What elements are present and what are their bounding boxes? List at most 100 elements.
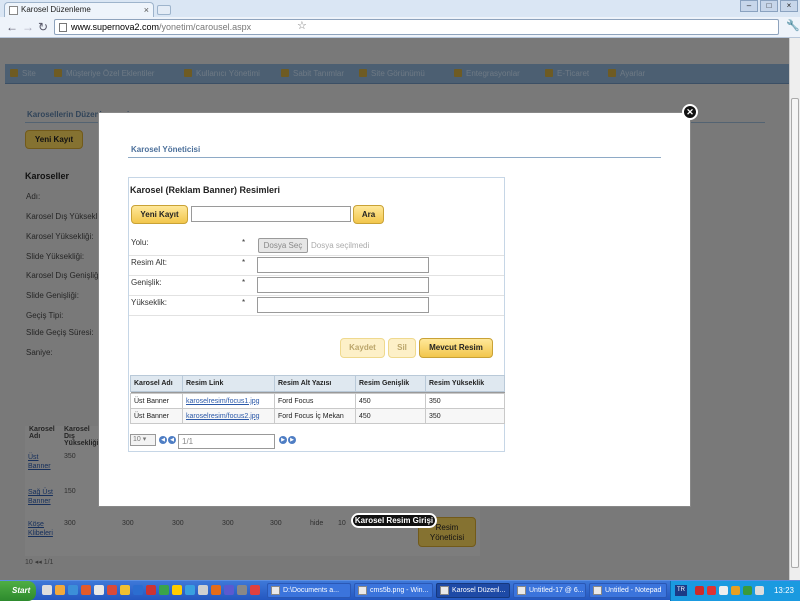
- table-cell: 350: [425, 408, 505, 424]
- taskbar-item[interactable]: Untitled - Notepad: [589, 583, 667, 598]
- width-input[interactable]: [257, 277, 429, 293]
- close-icon[interactable]: ✕: [682, 104, 698, 120]
- fireworks-icon: [517, 586, 526, 595]
- required-mark: *: [242, 298, 246, 307]
- page-size-select[interactable]: 10 ▾: [130, 434, 156, 446]
- taskbar-item[interactable]: cms5b.png - Win...: [354, 583, 433, 598]
- row-divider: [129, 275, 504, 276]
- save-button[interactable]: Kaydet: [340, 338, 385, 358]
- column-header[interactable]: Resim Alt Yazısı: [274, 375, 356, 392]
- volume-icon[interactable]: [755, 586, 764, 595]
- tray-icon[interactable]: [695, 586, 704, 595]
- column-header[interactable]: Resim Link: [182, 375, 275, 392]
- quicklaunch-icon[interactable]: [159, 585, 169, 595]
- search-input[interactable]: [191, 206, 351, 222]
- quicklaunch-icon[interactable]: [133, 585, 143, 595]
- quicklaunch-icon[interactable]: [55, 585, 65, 595]
- table-cell: Ford Focus İç Mekan: [274, 408, 356, 424]
- quicklaunch-icon[interactable]: [198, 585, 208, 595]
- table-cell: 450: [355, 408, 426, 424]
- quicklaunch-icon[interactable]: [94, 585, 104, 595]
- quicklaunch-icon[interactable]: [224, 585, 234, 595]
- path-label: Yolu:: [131, 238, 149, 247]
- prev-page-icon[interactable]: ◀: [168, 436, 176, 444]
- quicklaunch-icon[interactable]: [250, 585, 260, 595]
- tray-icon[interactable]: [719, 586, 728, 595]
- quicklaunch-icon[interactable]: [107, 585, 117, 595]
- taskbar-item[interactable]: D:\Documents a...: [267, 583, 351, 598]
- height-input[interactable]: [257, 297, 429, 313]
- reload-icon[interactable]: ↻: [38, 20, 48, 34]
- window-controls: – □ ×: [740, 0, 798, 12]
- quicklaunch-icon[interactable]: [172, 585, 182, 595]
- quicklaunch-icon[interactable]: [120, 585, 130, 595]
- taskbar-item[interactable]: Untitled-17 @ 6...: [513, 583, 586, 598]
- maximize-button[interactable]: □: [760, 0, 778, 12]
- chrome-icon: [440, 586, 449, 595]
- quicklaunch-icon[interactable]: [146, 585, 156, 595]
- image-link[interactable]: karoselresim/focus1.jpg: [186, 398, 260, 405]
- tab-close-icon[interactable]: ×: [144, 3, 149, 17]
- table-cell: Üst Banner: [130, 408, 183, 424]
- column-header[interactable]: Resim Yükseklik: [425, 375, 505, 392]
- start-button[interactable]: Start: [0, 581, 36, 601]
- last-page-icon[interactable]: ▶: [288, 436, 296, 444]
- table-cell: karoselresim/focus1.jpg: [182, 393, 275, 409]
- table-cell: 350: [425, 393, 505, 409]
- delete-button[interactable]: Sil: [388, 338, 416, 358]
- windows-taskbar: Start D:\Documents a... cms5b.png - Win.…: [0, 580, 800, 601]
- minimize-button[interactable]: –: [740, 0, 758, 12]
- modal-title-divider: [128, 157, 661, 158]
- address-bar[interactable]: www.supernova2.com/yonetim/carousel.aspx…: [54, 19, 779, 35]
- new-record-button[interactable]: Yeni Kayıt: [131, 205, 188, 224]
- page-number-input[interactable]: 1/1: [178, 434, 275, 449]
- scrollbar-thumb[interactable]: [791, 98, 799, 568]
- file-status-text: Dosya seçilmedi: [311, 241, 370, 250]
- new-tab-button[interactable]: [157, 5, 171, 15]
- height-label: Yükseklik:: [131, 298, 168, 307]
- next-page-icon[interactable]: ▶: [279, 436, 287, 444]
- table-cell: karoselresim/focus2.jpg: [182, 408, 275, 424]
- quicklaunch-icon[interactable]: [81, 585, 91, 595]
- page-scrollbar[interactable]: [789, 38, 800, 580]
- forward-arrow-icon[interactable]: →: [22, 20, 34, 34]
- wrench-icon[interactable]: 🔧: [786, 19, 800, 32]
- row-divider: [129, 255, 504, 256]
- quicklaunch-icon[interactable]: [68, 585, 78, 595]
- clock: 13:23: [773, 586, 794, 595]
- alt-input[interactable]: [257, 257, 429, 273]
- alt-label: Resim Alt:: [131, 258, 168, 267]
- show-desktop-icon[interactable]: [42, 585, 52, 595]
- first-page-icon[interactable]: ◀: [159, 436, 167, 444]
- tray-icon[interactable]: [743, 586, 752, 595]
- choose-file-button[interactable]: Dosya Seç: [258, 238, 308, 253]
- language-indicator[interactable]: TR: [675, 585, 687, 596]
- quicklaunch-icon[interactable]: [185, 585, 195, 595]
- search-button[interactable]: Ara: [353, 205, 384, 224]
- tooltip: Karosel Resim Girişi: [351, 513, 437, 528]
- page-favicon-icon: [9, 6, 18, 15]
- back-arrow-icon[interactable]: ←: [6, 20, 18, 34]
- current-image-button[interactable]: Mevcut Resim: [419, 338, 493, 358]
- quicklaunch-icon[interactable]: [211, 585, 221, 595]
- browser-tab[interactable]: Karosel Düzenleme ×: [4, 2, 154, 18]
- taskbar-item[interactable]: Karosel Düzenl...: [436, 583, 510, 598]
- tray-icon[interactable]: [731, 586, 740, 595]
- url-path: /yonetim/carousel.aspx: [159, 22, 252, 32]
- tray-icon[interactable]: [707, 586, 716, 595]
- table-row[interactable]: Üst Banner karoselresim/focus1.jpg Ford …: [130, 393, 505, 409]
- column-header[interactable]: Karosel Adı: [130, 375, 183, 392]
- close-window-button[interactable]: ×: [780, 0, 798, 12]
- bookmark-star-icon[interactable]: ☆: [297, 19, 774, 33]
- modal-title: Karosel Yöneticisi: [131, 145, 201, 154]
- images-table: Karosel Adı Resim Link Resim Alt Yazısı …: [130, 375, 505, 424]
- table-row[interactable]: Üst Banner karoselresim/focus2.jpg Ford …: [130, 408, 505, 424]
- quicklaunch-icon[interactable]: [237, 585, 247, 595]
- tab-title: Karosel Düzenleme: [21, 5, 91, 14]
- table-cell: Üst Banner: [130, 393, 183, 409]
- image-link[interactable]: karoselresim/focus2.jpg: [186, 413, 260, 420]
- required-mark: *: [242, 278, 246, 287]
- column-header[interactable]: Resim Genişlik: [355, 375, 426, 392]
- row-divider: [129, 295, 504, 296]
- table-cell: 450: [355, 393, 426, 409]
